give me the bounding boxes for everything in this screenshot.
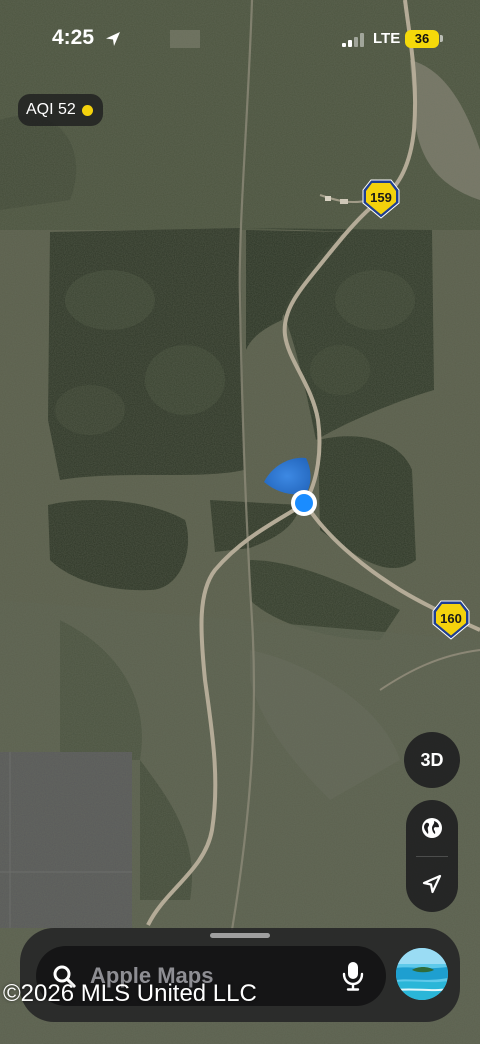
control-divider <box>416 856 448 857</box>
beach-thumbnail[interactable] <box>396 948 448 1000</box>
globe-icon <box>422 818 442 838</box>
map-controls <box>406 800 458 912</box>
microphone-icon[interactable] <box>338 960 368 992</box>
status-time: 4:25 <box>52 26 95 49</box>
locate-me-button[interactable] <box>406 858 458 910</box>
copyright-watermark: ©2026 MLS United LLC <box>3 980 257 1007</box>
route-number: 160 <box>440 611 462 626</box>
route-number: 159 <box>370 190 392 205</box>
map-mode-button[interactable] <box>406 802 458 854</box>
aqi-badge[interactable]: AQI 52 <box>18 94 103 126</box>
3d-view-button[interactable]: 3D <box>404 732 460 788</box>
network-type: LTE <box>373 30 401 47</box>
location-services-icon <box>106 32 120 46</box>
aqi-label: AQI 52 <box>26 101 76 118</box>
battery-nub <box>440 35 443 42</box>
user-location-marker[interactable] <box>291 490 317 516</box>
status-bar: 4:25 LTE 36 <box>0 22 480 56</box>
cellular-signal-icon <box>342 33 364 47</box>
location-arrow-icon <box>422 874 442 894</box>
battery-icon: 36 <box>405 30 439 48</box>
route-shield-159[interactable]: 159 <box>362 179 400 219</box>
battery-level: 36 <box>414 31 430 46</box>
aqi-level-dot <box>81 104 93 116</box>
sheet-grabber[interactable] <box>210 933 270 938</box>
route-shield-160[interactable]: 160 <box>432 600 470 640</box>
beach-image <box>396 948 448 1000</box>
